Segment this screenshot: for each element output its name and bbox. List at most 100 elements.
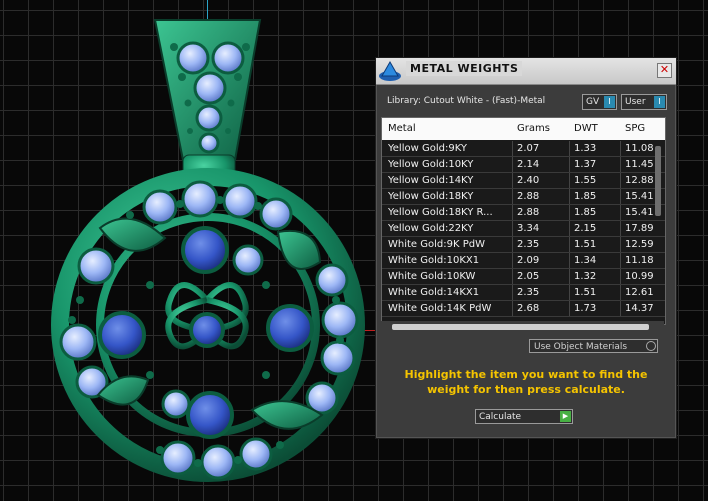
- metal-weights-dialog: METAL WEIGHTS ✕ Library: Cutout White - …: [375, 57, 677, 439]
- table-row[interactable]: White Gold:9K PdW 2.35 1.51 12.59: [382, 237, 665, 253]
- table-cell: 1.51: [574, 239, 597, 250]
- table-cell: 14.37: [625, 303, 654, 314]
- dark-gem: [266, 304, 314, 352]
- table-cell: 2.15: [574, 223, 597, 234]
- close-icon: ✕: [659, 63, 670, 76]
- table-cell: Yellow Gold:22KY: [388, 223, 474, 234]
- use-object-materials-dropdown[interactable]: Use Object Materials: [529, 339, 658, 353]
- horizontal-scrollbar[interactable]: [392, 324, 649, 330]
- column-separator: [620, 237, 621, 252]
- dialog-title: METAL WEIGHTS: [406, 61, 523, 76]
- column-separator: [512, 285, 513, 300]
- header-dwt[interactable]: DWT: [574, 123, 598, 134]
- table-cell: 2.40: [517, 175, 540, 186]
- table-row[interactable]: White Gold:10KX1 2.09 1.34 11.18: [382, 253, 665, 269]
- table-row[interactable]: Yellow Gold:18KY 2.88 1.85 15.41: [382, 189, 665, 205]
- table-cell: 12.59: [625, 239, 654, 250]
- table-cell: 2.14: [517, 159, 540, 170]
- calculate-label: Calculate: [479, 412, 522, 422]
- table-cell: 12.61: [625, 287, 654, 298]
- column-separator: [569, 157, 570, 172]
- dialog-titlebar[interactable]: METAL WEIGHTS ✕: [376, 58, 676, 85]
- table-cell: White Gold:14KX1: [388, 287, 480, 298]
- table-row[interactable]: Yellow Gold:10KY 2.14 1.37 11.45: [382, 157, 665, 173]
- dropdown-icon: [646, 341, 656, 351]
- bail-gem: [195, 104, 223, 132]
- bail-gem: [193, 71, 227, 105]
- table-cell: White Gold:9K PdW: [388, 239, 485, 250]
- table-cell: 3.34: [517, 223, 540, 234]
- column-separator: [512, 189, 513, 204]
- column-separator: [620, 205, 621, 220]
- table-cell: 15.41: [625, 191, 654, 202]
- table-cell: 2.05: [517, 271, 540, 282]
- table-cell: 11.08: [625, 143, 654, 154]
- gv-label: GV: [586, 97, 600, 107]
- calculate-button[interactable]: Calculate ▶: [475, 409, 573, 424]
- table-cell: 2.88: [517, 207, 540, 218]
- column-separator: [620, 301, 621, 316]
- table-row[interactable]: White Gold:14K PdW 2.68 1.73 14.37: [382, 301, 665, 317]
- header-spg[interactable]: SPG: [625, 123, 645, 134]
- app-logo-icon: [379, 60, 401, 81]
- hint-text: Highlight the item you want to find the …: [404, 368, 648, 396]
- column-separator: [512, 173, 513, 188]
- table-cell: White Gold:10KW: [388, 271, 476, 282]
- column-separator: [620, 173, 621, 188]
- table-cell: Yellow Gold:18KY R...: [388, 207, 493, 218]
- table-cell: 2.35: [517, 287, 540, 298]
- library-label: Library: Cutout White - (Fast)-Metal: [387, 96, 546, 106]
- table-cell: 1.37: [574, 159, 597, 170]
- chevron-right-icon: ▶: [560, 411, 571, 422]
- dark-gem: [181, 226, 229, 274]
- table-cell: Yellow Gold:18KY: [388, 191, 474, 202]
- table-row[interactable]: White Gold:14KX1 2.35 1.51 12.61: [382, 285, 665, 301]
- table-cell: 10.99: [625, 271, 654, 282]
- column-separator: [569, 173, 570, 188]
- table-cell: White Gold:14K PdW: [388, 303, 492, 314]
- table-row[interactable]: Yellow Gold:14KY 2.40 1.55 12.88: [382, 173, 665, 189]
- column-separator: [512, 269, 513, 284]
- column-separator: [569, 269, 570, 284]
- column-separator: [512, 301, 513, 316]
- table-row[interactable]: White Gold:10KW 2.05 1.32 10.99: [382, 269, 665, 285]
- column-separator: [569, 301, 570, 316]
- column-separator: [512, 205, 513, 220]
- column-separator: [512, 237, 513, 252]
- header-metal[interactable]: Metal: [388, 123, 416, 134]
- table-cell: 1.33: [574, 143, 597, 154]
- column-separator: [620, 189, 621, 204]
- dark-gem: [98, 311, 146, 359]
- metal-table[interactable]: Metal Grams DWT SPG Yellow Gold:9KY 2.07 1…: [381, 117, 666, 325]
- table-cell: 1.85: [574, 191, 597, 202]
- table-row[interactable]: Yellow Gold:18KY R... 2.88 1.85 15.41: [382, 205, 665, 221]
- close-button[interactable]: ✕: [657, 63, 672, 78]
- header-grams[interactable]: Grams: [517, 123, 550, 134]
- column-separator: [620, 141, 621, 156]
- table-row[interactable]: Yellow Gold:9KY 2.07 1.33 11.08: [382, 141, 665, 157]
- table-cell: 1.55: [574, 175, 597, 186]
- toggle-knob-icon: I: [604, 96, 615, 108]
- vertical-scrollbar[interactable]: [655, 146, 661, 216]
- table-cell: 2.07: [517, 143, 540, 154]
- table-cell: 11.45: [625, 159, 654, 170]
- table-cell: 1.73: [574, 303, 597, 314]
- toggle-knob-icon: I: [654, 96, 665, 108]
- column-separator: [620, 253, 621, 268]
- gv-toggle[interactable]: GV I: [582, 94, 617, 110]
- column-separator: [569, 189, 570, 204]
- bail-gem: [176, 41, 210, 75]
- table-cell: 2.68: [517, 303, 540, 314]
- column-separator: [512, 157, 513, 172]
- table-cell: 1.34: [574, 255, 597, 266]
- table-cell: 1.32: [574, 271, 597, 282]
- table-cell: 2.09: [517, 255, 540, 266]
- user-toggle[interactable]: User I: [621, 94, 667, 110]
- center-gem: [189, 312, 225, 348]
- column-separator: [569, 221, 570, 236]
- column-separator: [620, 221, 621, 236]
- table-row[interactable]: Yellow Gold:22KY 3.34 2.15 17.89: [382, 221, 665, 237]
- table-cell: 1.85: [574, 207, 597, 218]
- bail-gem: [211, 41, 245, 75]
- column-separator: [512, 141, 513, 156]
